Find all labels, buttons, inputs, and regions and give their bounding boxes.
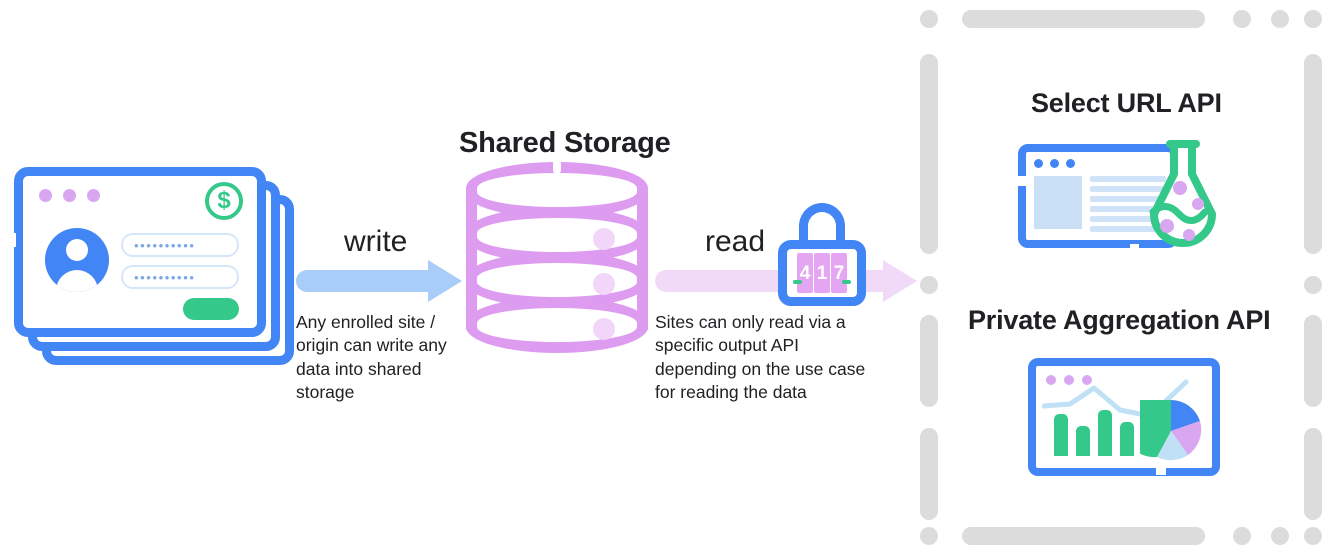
read-caption-line-4: for reading the data: [655, 381, 807, 402]
browser-window-dots: [1034, 159, 1075, 168]
dollar-circle-icon: $: [205, 182, 243, 220]
bar-1: [1054, 414, 1068, 456]
read-caption-line-1: Sites can only read via a: [655, 312, 846, 332]
panel-edge-right-3: [1304, 428, 1322, 520]
cylinder-top-gap: [553, 160, 561, 174]
panel-edge-top-dot-2: [1271, 10, 1289, 28]
cylinder-indicator-1: [593, 228, 615, 250]
flask-icon: [1149, 140, 1216, 247]
write-caption-line-3: data into shared: [296, 358, 422, 379]
panel-edge-right-dot: [1304, 276, 1322, 294]
panel-edge-right-1: [1304, 54, 1322, 254]
browser-dot-1: [1034, 159, 1043, 168]
panel-edge-left-1: [920, 54, 938, 254]
avatar-body: [56, 270, 98, 292]
write-arrow-head: [428, 260, 462, 302]
combination-digit-2: 1: [814, 253, 830, 293]
panel-edge-bottom-dot-1: [1233, 527, 1251, 545]
browser-content-block: [1034, 176, 1082, 229]
read-caption-line-3: depending on the use case: [655, 358, 866, 379]
read-caption-line-2: specific output API: [655, 335, 799, 356]
dashboard-frame-notch-bottom: [1156, 465, 1166, 475]
avatar: [45, 228, 109, 292]
padlock-body: 4 1 7: [778, 240, 866, 306]
write-arrow-label: write: [344, 225, 408, 258]
shared-storage-title: Shared Storage: [459, 127, 671, 159]
password-field[interactable]: ••••••••••: [121, 265, 239, 289]
panel-edge-left-3: [920, 428, 938, 520]
combination-digit-3: 7: [831, 253, 847, 293]
panel-corner-dot-br: [1304, 527, 1322, 545]
read-arrow-head: [883, 260, 917, 302]
browser-dot-3: [1066, 159, 1075, 168]
panel-edge-bottom-dot-2: [1271, 527, 1289, 545]
panel-corner-dot-tr: [1304, 10, 1322, 28]
browser-frame-notch-left: [1017, 176, 1027, 186]
cylinder-indicator-3: [593, 318, 615, 340]
write-caption-line-1: Any enrolled site /: [296, 312, 436, 332]
diagram-canvas: $ •••••••••• •••••••••• write Any enroll…: [0, 0, 1333, 555]
write-caption-line-2: origin can write any: [296, 335, 447, 356]
panel-edge-left-2: [920, 315, 938, 407]
combination-digit-1: 4: [797, 253, 813, 293]
avatar-head: [66, 239, 88, 261]
analytics-dashboard-icon: [1028, 358, 1220, 476]
pie-chart: [1140, 400, 1202, 461]
write-arrow-shaft: [296, 270, 436, 292]
bar-2: [1076, 426, 1090, 456]
read-caption: Sites can only read via a specific outpu…: [655, 311, 905, 404]
browser-dot-2: [1050, 159, 1059, 168]
padlock-dash-left: [793, 280, 802, 284]
browser-flask-icon: [1017, 138, 1228, 256]
shared-storage-cylinder: [466, 160, 648, 353]
bar-4: [1120, 422, 1134, 456]
panel-edge-top-1: [962, 10, 1205, 28]
panel-corner-dot-bl: [920, 527, 938, 545]
window-dots: [39, 189, 100, 202]
bar-3: [1098, 410, 1112, 456]
login-card: $ •••••••••• ••••••••••: [14, 167, 266, 337]
select-url-api-title: Select URL API: [1031, 88, 1222, 118]
window-dot-1: [39, 189, 52, 202]
cylinder-indicator-2: [593, 273, 615, 295]
panel-edge-bottom-1: [962, 527, 1205, 545]
write-flow-group: write Any enrolled site / origin can wri…: [296, 225, 464, 402]
write-caption-line-4: storage: [296, 381, 355, 402]
card-edge-notch: [4, 233, 16, 247]
dashboard-window-frame: [1028, 358, 1220, 476]
panel-corner-dot-tl: [920, 10, 938, 28]
read-arrow-label: read: [705, 225, 766, 258]
cylinder-disc-4: [466, 297, 648, 353]
panel-edge-right-2: [1304, 315, 1322, 407]
private-aggregation-api-title: Private Aggregation API: [968, 305, 1271, 335]
username-field[interactable]: ••••••••••: [121, 233, 239, 257]
panel-edge-left-dot: [920, 276, 938, 294]
panel-edge-top-dot-1: [1233, 10, 1251, 28]
window-dot-3: [87, 189, 100, 202]
write-caption: Any enrolled site / origin can write any…: [296, 311, 472, 404]
enrolled-sites-card-stack: $ •••••••••• ••••••••••: [4, 167, 304, 367]
submit-button[interactable]: [183, 298, 239, 320]
padlock-icon: 4 1 7: [778, 203, 866, 306]
window-dot-2: [63, 189, 76, 202]
padlock-dash-right: [842, 280, 851, 284]
